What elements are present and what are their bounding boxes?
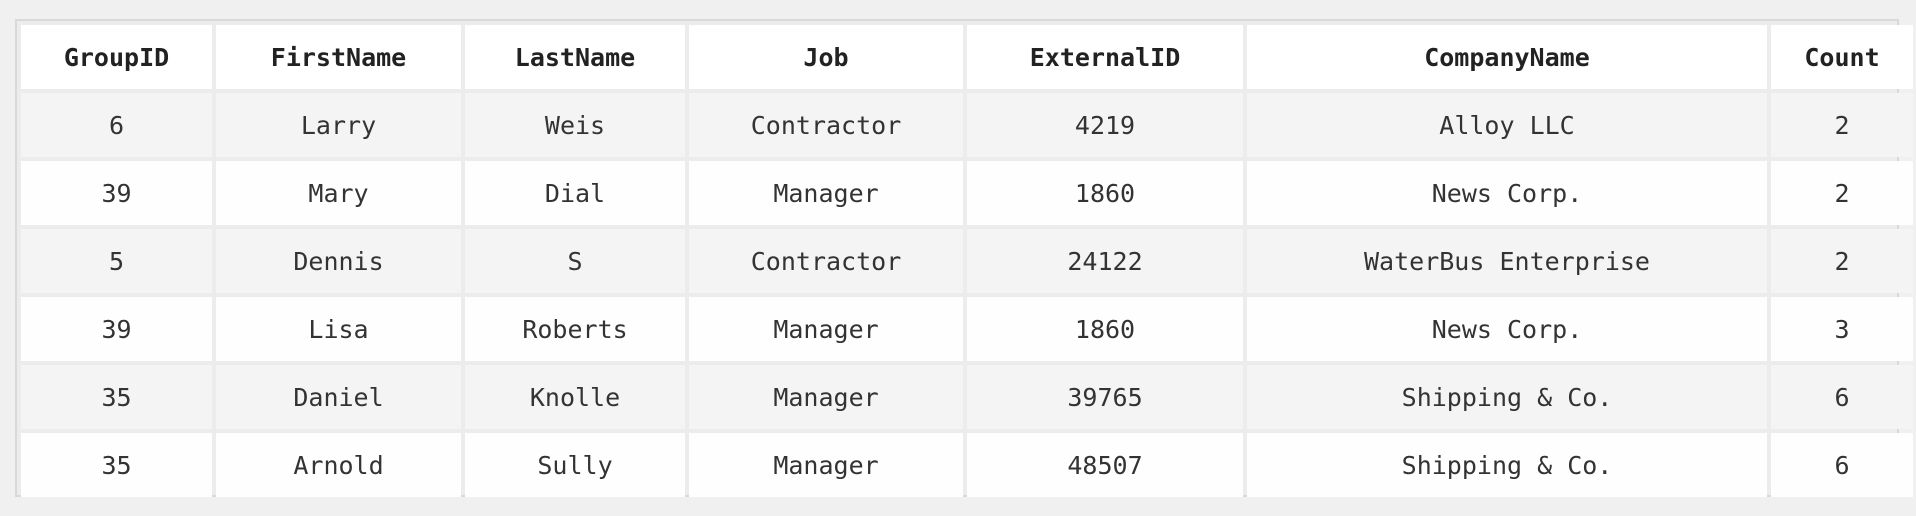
cell-lastname: Dial (465, 161, 685, 225)
cell-externalid: 4219 (967, 93, 1243, 157)
cell-externalid: 24122 (967, 229, 1243, 293)
cell-groupid: 6 (21, 93, 212, 157)
table-row: 35 Arnold Sully Manager 48507 Shipping &… (21, 433, 1913, 497)
cell-firstname: Lisa (216, 297, 461, 361)
cell-firstname: Dennis (216, 229, 461, 293)
header-row: GroupID FirstName LastName Job ExternalI… (21, 25, 1913, 89)
cell-externalid: 39765 (967, 365, 1243, 429)
cell-count: 2 (1771, 93, 1913, 157)
cell-job: Manager (689, 433, 963, 497)
table-row: 5 Dennis S Contractor 24122 WaterBus Ent… (21, 229, 1913, 293)
cell-externalid: 1860 (967, 161, 1243, 225)
cell-firstname: Mary (216, 161, 461, 225)
cell-firstname: Daniel (216, 365, 461, 429)
column-header-job: Job (689, 25, 963, 89)
cell-externalid: 1860 (967, 297, 1243, 361)
cell-lastname: Roberts (465, 297, 685, 361)
cell-companyname: WaterBus Enterprise (1247, 229, 1767, 293)
cell-externalid: 48507 (967, 433, 1243, 497)
column-header-externalid: ExternalID (967, 25, 1243, 89)
cell-groupid: 35 (21, 365, 212, 429)
cell-job: Manager (689, 365, 963, 429)
column-header-companyname: CompanyName (1247, 25, 1767, 89)
data-table-container: GroupID FirstName LastName Job ExternalI… (15, 19, 1913, 497)
table-row: 39 Lisa Roberts Manager 1860 News Corp. … (21, 297, 1913, 361)
cell-companyname: Shipping & Co. (1247, 433, 1767, 497)
cell-job: Manager (689, 297, 963, 361)
cell-firstname: Larry (216, 93, 461, 157)
cell-count: 2 (1771, 229, 1913, 293)
column-header-lastname: LastName (465, 25, 685, 89)
table-row: 35 Daniel Knolle Manager 39765 Shipping … (21, 365, 1913, 429)
cell-groupid: 35 (21, 433, 212, 497)
cell-lastname: Sully (465, 433, 685, 497)
cell-companyname: News Corp. (1247, 161, 1767, 225)
cell-count: 2 (1771, 161, 1913, 225)
cell-groupid: 39 (21, 161, 212, 225)
column-header-count: Count (1771, 25, 1913, 89)
cell-job: Contractor (689, 229, 963, 293)
data-table: GroupID FirstName LastName Job ExternalI… (17, 21, 1916, 501)
cell-lastname: Knolle (465, 365, 685, 429)
cell-count: 3 (1771, 297, 1913, 361)
cell-groupid: 39 (21, 297, 212, 361)
table-row: 39 Mary Dial Manager 1860 News Corp. 2 (21, 161, 1913, 225)
cell-groupid: 5 (21, 229, 212, 293)
cell-job: Contractor (689, 93, 963, 157)
cell-companyname: Shipping & Co. (1247, 365, 1767, 429)
table-row: 6 Larry Weis Contractor 4219 Alloy LLC 2 (21, 93, 1913, 157)
cell-count: 6 (1771, 365, 1913, 429)
column-header-groupid: GroupID (21, 25, 212, 89)
cell-count: 6 (1771, 433, 1913, 497)
cell-job: Manager (689, 161, 963, 225)
cell-companyname: News Corp. (1247, 297, 1767, 361)
cell-lastname: Weis (465, 93, 685, 157)
cell-companyname: Alloy LLC (1247, 93, 1767, 157)
cell-firstname: Arnold (216, 433, 461, 497)
cell-lastname: S (465, 229, 685, 293)
column-header-firstname: FirstName (216, 25, 461, 89)
